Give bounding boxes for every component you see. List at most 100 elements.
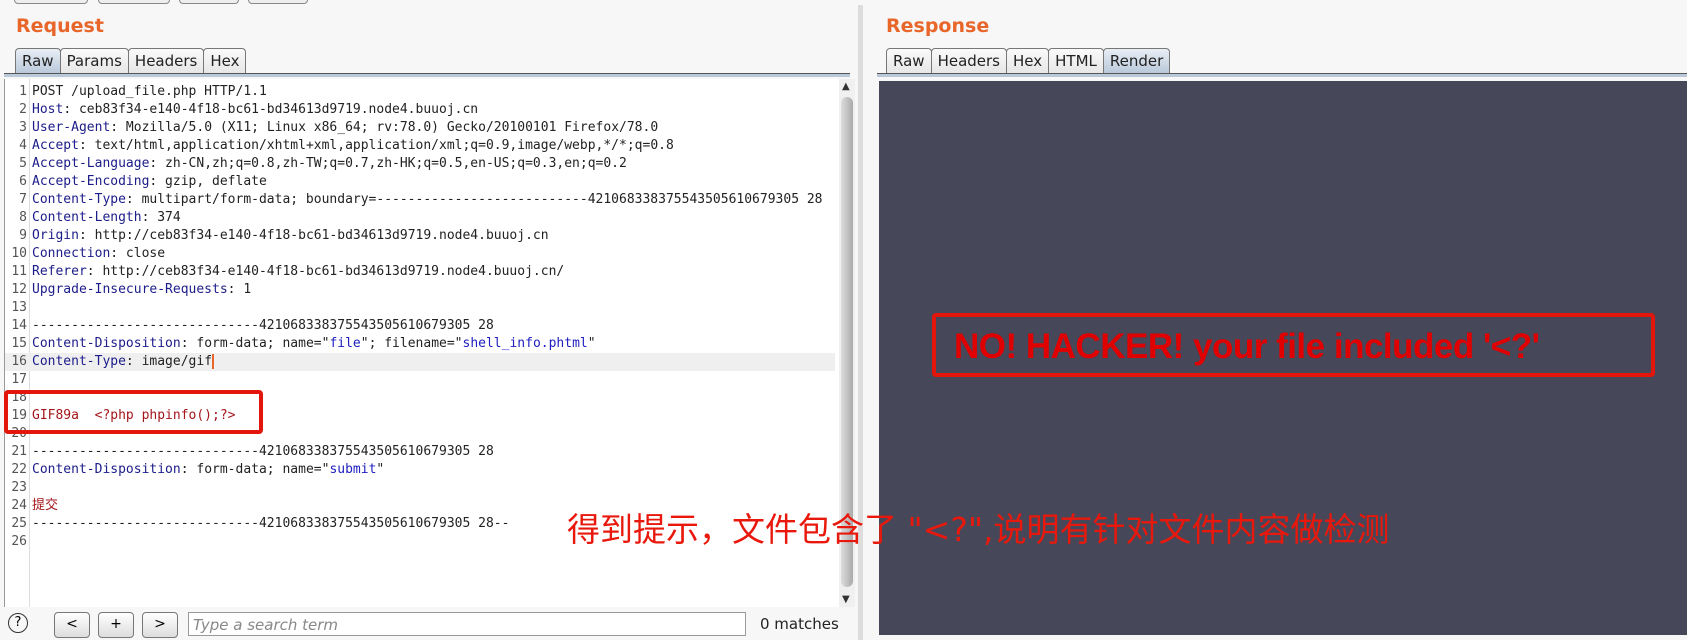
code-token: : 374 <box>141 210 181 225</box>
scroll-up-icon[interactable]: ▲ <box>842 81 850 92</box>
tab-params[interactable]: Params <box>59 48 129 74</box>
help-icon[interactable]: ? <box>8 613 28 633</box>
code-token: Content-Type <box>32 354 126 369</box>
line-number: 21 <box>11 444 27 459</box>
line-number: 25 <box>11 516 27 531</box>
annotation-text: 得到提示，文件包含了 "<?",说明有针对文件内容做检测 <box>567 510 1390 549</box>
code-line[interactable]: 17 <box>5 371 835 389</box>
code-token: : text/html,application/xhtml+xml,applic… <box>78 138 674 153</box>
response-title: Response <box>886 15 990 37</box>
code-token: " <box>376 462 385 477</box>
tab-hex[interactable]: Hex <box>1006 48 1050 74</box>
line-number: 22 <box>11 462 27 477</box>
code-token: Origin <box>32 228 79 243</box>
line-number: 1 <box>19 84 27 99</box>
code-line[interactable]: 23 <box>5 479 835 497</box>
code-token: : close <box>110 246 166 261</box>
line-number: 16 <box>11 354 27 369</box>
toolbar-button[interactable] <box>248 0 308 4</box>
code-token: : 1 <box>227 282 252 297</box>
code-token: -----------------------------42106833837… <box>32 444 494 459</box>
line-number: 10 <box>11 246 27 261</box>
code-token: -----------------------------42106833837… <box>32 516 510 531</box>
code-token: Content-Length <box>32 210 142 225</box>
code-token: : http://ceb83f34-e140-4f18-bc61-bd34613… <box>86 264 565 279</box>
code-token: " <box>587 336 596 351</box>
code-line[interactable]: 11 Referer: http://ceb83f34-e140-4f18-bc6… <box>5 263 835 281</box>
line-number: 2 <box>19 102 27 117</box>
code-line[interactable]: 6 Accept-Encoding: gzip, deflate <box>5 173 835 191</box>
code-token: Content-Type <box>32 192 126 207</box>
line-number: 13 <box>11 300 27 315</box>
line-number: 14 <box>11 318 27 333</box>
tab-html[interactable]: HTML <box>1048 48 1104 74</box>
code-line[interactable]: 15 Content-Disposition: form-data; name="… <box>5 335 835 353</box>
code-token: Upgrade-Insecure-Requests <box>32 282 228 297</box>
code-token: Accept <box>32 138 79 153</box>
tab-raw[interactable]: Raw <box>886 48 932 74</box>
code-token: : Mozilla/5.0 (X11; Linux x86_64; rv:78.… <box>110 120 659 135</box>
code-line[interactable]: 12 Upgrade-Insecure-Requests: 1 <box>5 281 835 299</box>
code-line[interactable]: 5 Accept-Language: zh-CN,zh;q=0.8,zh-TW;q… <box>5 155 835 173</box>
response-tabs: Raw Headers Hex HTML Render <box>886 48 1171 74</box>
line-number: 7 <box>19 192 27 207</box>
code-line[interactable]: 22 Content-Disposition: form-data; name="… <box>5 461 835 479</box>
code-token: 提交 <box>32 498 59 513</box>
line-number: 26 <box>11 534 27 549</box>
code-token: : zh-CN,zh;q=0.8,zh-TW;q=0.7,zh-HK;q=0.5… <box>149 156 627 171</box>
tab-divider <box>877 73 1687 77</box>
code-token: : http://ceb83f34-e140-4f18-bc61-bd34613… <box>78 228 549 243</box>
line-number: 3 <box>19 120 27 135</box>
toolbar-button[interactable] <box>179 0 239 4</box>
code-token: file <box>329 336 361 351</box>
text-caret <box>212 354 215 369</box>
highlight-box-response: NO! HACKER! your file included '<?' <box>932 313 1655 377</box>
request-title: Request <box>16 15 104 37</box>
code-token: : multipart/form-data; boundary=--------… <box>125 192 823 207</box>
code-token: : form-data; name=" <box>180 336 330 351</box>
search-prev-button[interactable]: < <box>54 612 90 638</box>
search-bar: ? < + > Type a search term 0 matches <box>0 609 860 639</box>
code-token: User-Agent <box>32 120 111 135</box>
code-line[interactable]: 10 Connection: close <box>5 245 835 263</box>
toolbar-button[interactable] <box>98 0 170 4</box>
code-token: Content-Disposition <box>32 462 181 477</box>
tab-render[interactable]: Render <box>1102 48 1171 74</box>
code-line[interactable]: 13 <box>5 299 835 317</box>
code-token: Content-Disposition <box>32 336 181 351</box>
search-input[interactable]: Type a search term <box>188 612 746 636</box>
scroll-down-icon[interactable]: ▼ <box>842 594 850 605</box>
code-token: Referer <box>32 264 87 279</box>
code-token: : image/gif <box>125 354 213 369</box>
search-match-count: 0 matches <box>760 615 839 633</box>
render-message: NO! HACKER! your file included '<?' <box>954 327 1540 366</box>
tab-headers[interactable]: Headers <box>930 48 1007 74</box>
line-number: 17 <box>11 372 27 387</box>
search-next-button[interactable]: > <box>142 612 178 638</box>
code-line[interactable]: 1 POST /upload_file.php HTTP/1.1 <box>5 83 835 101</box>
line-number: 24 <box>11 498 27 513</box>
code-line[interactable]: 8 Content-Length: 374 <box>5 209 835 227</box>
code-line[interactable]: 3 User-Agent: Mozilla/5.0 (X11; Linux x86… <box>5 119 835 137</box>
line-number: 8 <box>19 210 27 225</box>
code-token: Host <box>32 102 64 117</box>
code-line[interactable]: 16 Content-Type: image/gif <box>5 353 835 371</box>
search-add-button[interactable]: + <box>98 612 134 638</box>
code-line[interactable]: 4 Accept: text/html,application/xhtml+xml… <box>5 137 835 155</box>
code-line[interactable]: 2 Host: ceb83f34-e140-4f18-bc61-bd34613d9… <box>5 101 835 119</box>
code-line[interactable]: 9 Origin: http://ceb83f34-e140-4f18-bc61-… <box>5 227 835 245</box>
tab-headers[interactable]: Headers <box>127 48 205 74</box>
tab-raw[interactable]: Raw <box>15 48 61 74</box>
code-line[interactable]: 14 -----------------------------421068338… <box>5 317 835 335</box>
code-token: -----------------------------42106833837… <box>32 318 494 333</box>
toolbar-button[interactable] <box>14 0 88 4</box>
tab-hex[interactable]: Hex <box>203 48 247 74</box>
code-line[interactable]: 7 Content-Type: multipart/form-data; boun… <box>5 191 835 209</box>
code-token: Connection <box>32 246 111 261</box>
code-token: "; filename=" <box>360 336 463 351</box>
line-number: 15 <box>11 336 27 351</box>
line-number: 11 <box>11 264 27 279</box>
code-token: Accept-Encoding <box>32 174 150 189</box>
code-line[interactable]: 21 -----------------------------421068338… <box>5 443 835 461</box>
code-token: : ceb83f34-e140-4f18-bc61-bd34613d9719.n… <box>63 102 479 117</box>
